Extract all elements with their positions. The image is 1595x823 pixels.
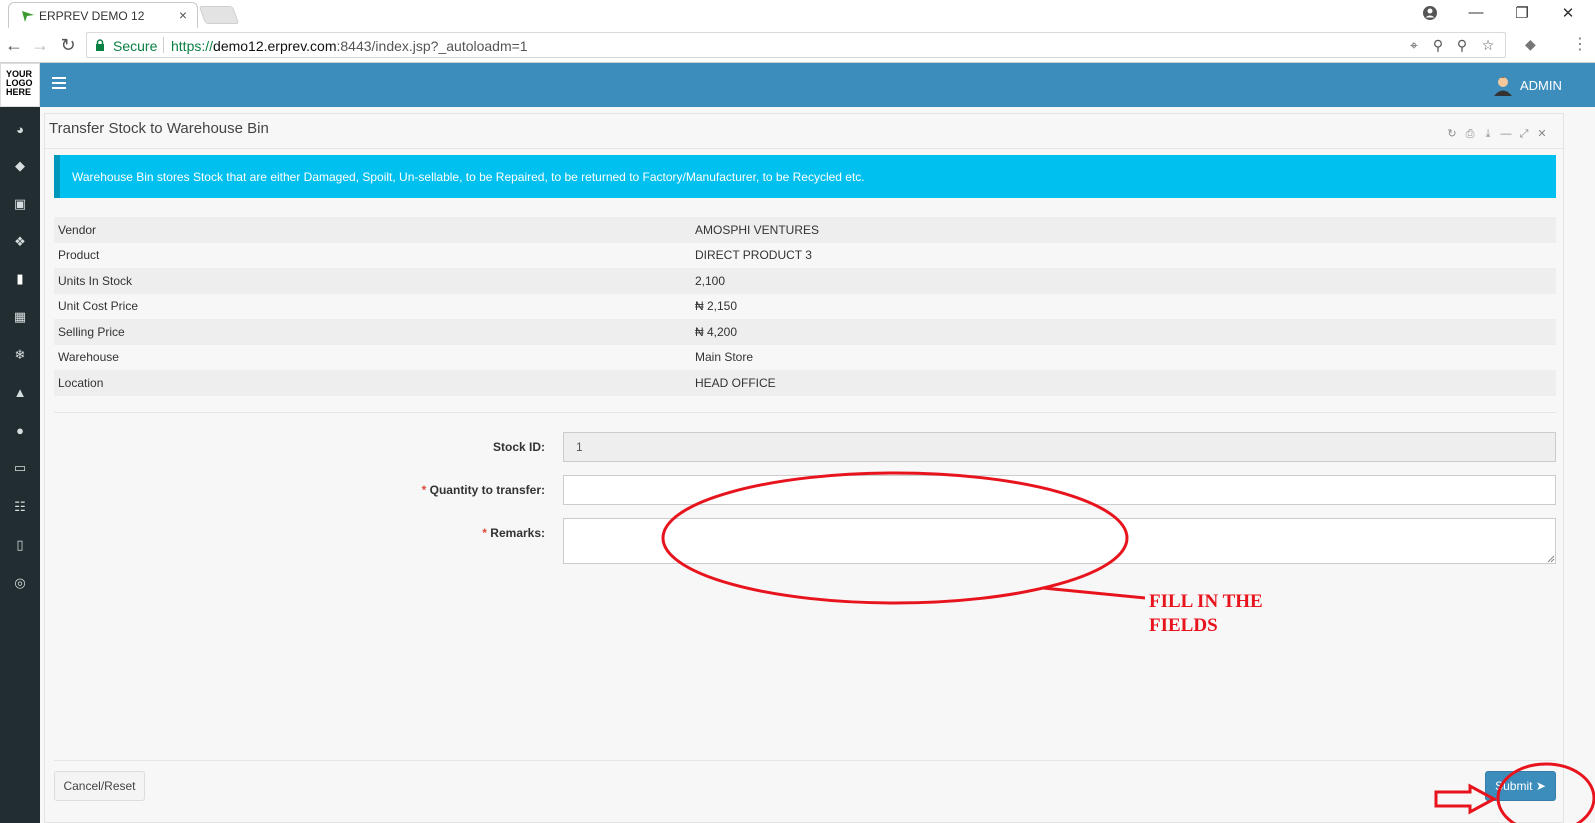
key-icon[interactable]: ⚲ xyxy=(1453,37,1471,54)
resize-grip-icon[interactable] xyxy=(1545,553,1555,563)
user-avatar[interactable] xyxy=(1492,74,1514,96)
table-row: Product DIRECT PRODUCT 3 xyxy=(54,243,1556,269)
info-alert: Warehouse Bin stores Stock that are eith… xyxy=(54,155,1556,198)
table-row: Warehouse Main Store xyxy=(54,345,1556,371)
arrow-circle-right-icon: ➤ xyxy=(1535,779,1546,793)
expand-icon[interactable]: ⤢ xyxy=(1515,128,1533,141)
browser-tab-bar: ERPREV DEMO 12 × — ❐ ✕ xyxy=(0,0,1595,28)
remarks-label-text: Remarks: xyxy=(486,526,545,540)
table-row: Location HEAD OFFICE xyxy=(54,370,1556,396)
tab-title: ERPREV DEMO 12 xyxy=(39,9,145,23)
submit-button[interactable]: Submit ➤ xyxy=(1485,771,1556,801)
new-tab-button[interactable] xyxy=(198,6,240,24)
panel-divider xyxy=(45,148,1563,149)
detail-value: Main Store xyxy=(695,350,754,365)
tab-close-icon[interactable]: × xyxy=(179,7,187,23)
quantity-to-transfer-input[interactable] xyxy=(563,475,1556,505)
document-icon[interactable]: ▮ xyxy=(0,271,40,287)
detail-label: Product xyxy=(58,248,100,263)
browser-menu-icon[interactable]: ⋮ xyxy=(1572,34,1588,54)
page-title: Transfer Stock to Warehouse Bin xyxy=(49,120,269,137)
detail-label: Selling Price xyxy=(58,324,125,339)
detail-label: Unit Cost Price xyxy=(58,299,139,314)
table-row: Unit Cost Price ₦ 2,150 xyxy=(54,294,1556,320)
extension-icon[interactable]: ◆ xyxy=(1525,36,1536,53)
forward-icon[interactable]: → xyxy=(30,36,50,54)
quantity-label-text: Quantity to transfer: xyxy=(426,483,545,497)
profile-icon[interactable] xyxy=(1422,5,1438,21)
restore-window-icon[interactable]: ❐ xyxy=(1512,4,1532,22)
annotation-text: FILL IN THE FIELDS xyxy=(1149,590,1329,638)
zoom-icon[interactable]: ⚲ xyxy=(1429,37,1447,54)
close-icon[interactable]: ✕ xyxy=(1533,127,1551,140)
lock-icon xyxy=(96,39,104,51)
erprev-favicon-icon xyxy=(22,11,34,22)
url-text[interactable]: https://demo12.erprev.com:8443/index.jsp… xyxy=(171,38,528,54)
book-icon[interactable]: ▯ xyxy=(0,537,40,553)
remarks-label: * Remarks: xyxy=(45,526,545,540)
trash-icon[interactable]: ▦ xyxy=(0,309,40,325)
omnibox[interactable]: Secure https://demo12.erprev.com:8443/in… xyxy=(86,32,1506,58)
browser-address-bar: ← → ↻ Secure https://demo12.erprev.com:8… xyxy=(0,28,1595,63)
print-icon[interactable]: ⎙ xyxy=(1461,128,1479,141)
detail-label: Vendor xyxy=(58,222,97,237)
detail-value: HEAD OFFICE xyxy=(695,375,776,390)
url-path: :8443/index.jsp?_autoloadm=1 xyxy=(336,38,528,54)
transfer-stock-panel: Transfer Stock to Warehouse Bin ↻ ⎙ ⤓ — ⤢ ✕ W… xyxy=(44,113,1564,823)
location-icon[interactable]: ⌖ xyxy=(1405,37,1423,54)
footer-divider xyxy=(54,760,1556,761)
omnibox-separator xyxy=(163,37,164,53)
annotation-line-2: FIELDS xyxy=(1149,615,1218,636)
logo-line-3: HERE xyxy=(6,87,32,97)
stock-details-table: Vendor AMOSPHI VENTURES Product DIRECT PRO… xyxy=(54,217,1556,396)
annotation-line-1: FILL IN THE xyxy=(1149,591,1263,612)
remarks-textarea[interactable] xyxy=(563,518,1556,564)
snowflake-icon[interactable]: ❄ xyxy=(0,347,40,363)
detail-value: DIRECT PRODUCT 3 xyxy=(695,248,812,263)
circle-icon[interactable]: ● xyxy=(0,423,40,438)
cancel-reset-button[interactable]: Cancel/Reset xyxy=(54,771,145,801)
download-icon[interactable]: ⤓ xyxy=(1479,128,1497,141)
detail-value: ₦ 4,200 xyxy=(695,324,738,339)
submit-label: Submit xyxy=(1495,779,1533,793)
quantity-label: * Quantity to transfer: xyxy=(45,483,545,497)
form-divider xyxy=(54,412,1556,413)
url-host: demo12.erprev.com xyxy=(213,38,337,54)
detail-value: ₦ 2,150 xyxy=(695,299,738,314)
panel-toolbar: ↻ ⎙ ⤓ — ⤢ ✕ xyxy=(1443,124,1551,142)
minimize-icon[interactable]: — xyxy=(1497,128,1515,140)
secure-label: Secure xyxy=(113,38,158,54)
reload-icon[interactable]: ↻ xyxy=(58,36,78,54)
table-row: Vendor AMOSPHI VENTURES xyxy=(54,217,1556,243)
stock-id-label: Stock ID: xyxy=(492,440,545,454)
user-name[interactable]: ADMIN xyxy=(1520,78,1562,93)
sidebar: YOUR LOGO HERE ◕ ◆ ▣ ❖ ▮ ▦ ❄ ▲ ● ▭ ☷ ▯ ◎ xyxy=(0,63,40,823)
hamburger-menu-icon[interactable] xyxy=(52,77,66,91)
back-icon[interactable]: ← xyxy=(4,36,24,54)
minimize-window-icon[interactable]: — xyxy=(1466,4,1486,21)
logo[interactable]: YOUR LOGO HERE xyxy=(0,63,40,107)
table-row: Units In Stock 2,100 xyxy=(54,268,1556,294)
detail-value: 2,100 xyxy=(695,273,726,288)
detail-label: Warehouse xyxy=(58,350,119,365)
tag-icon[interactable]: ◆ xyxy=(0,158,40,174)
refresh-icon[interactable]: ↻ xyxy=(1443,127,1461,140)
browser-tab[interactable]: ERPREV DEMO 12 × xyxy=(8,2,198,28)
database-icon[interactable]: ☷ xyxy=(0,499,40,515)
close-window-icon[interactable]: ✕ xyxy=(1558,4,1578,22)
detail-value: AMOSPHI VENTURES xyxy=(695,222,820,237)
cubes-icon[interactable]: ❖ xyxy=(0,234,40,250)
money-icon[interactable]: ▣ xyxy=(0,196,40,212)
bookmark-star-icon[interactable]: ☆ xyxy=(1479,37,1497,54)
url-scheme: https:// xyxy=(171,38,214,54)
top-navbar: ADMIN xyxy=(40,63,1595,107)
dashboard-icon[interactable]: ◕ xyxy=(0,122,40,137)
cart-icon[interactable]: ▲ xyxy=(0,385,40,400)
stock-id-field[interactable] xyxy=(563,432,1556,462)
desktop-icon[interactable]: ▭ xyxy=(0,460,40,476)
lifebuoy-icon[interactable]: ◎ xyxy=(0,575,40,591)
detail-label: Location xyxy=(58,375,104,390)
detail-label: Units In Stock xyxy=(58,273,133,288)
table-row: Selling Price ₦ 4,200 xyxy=(54,319,1556,345)
